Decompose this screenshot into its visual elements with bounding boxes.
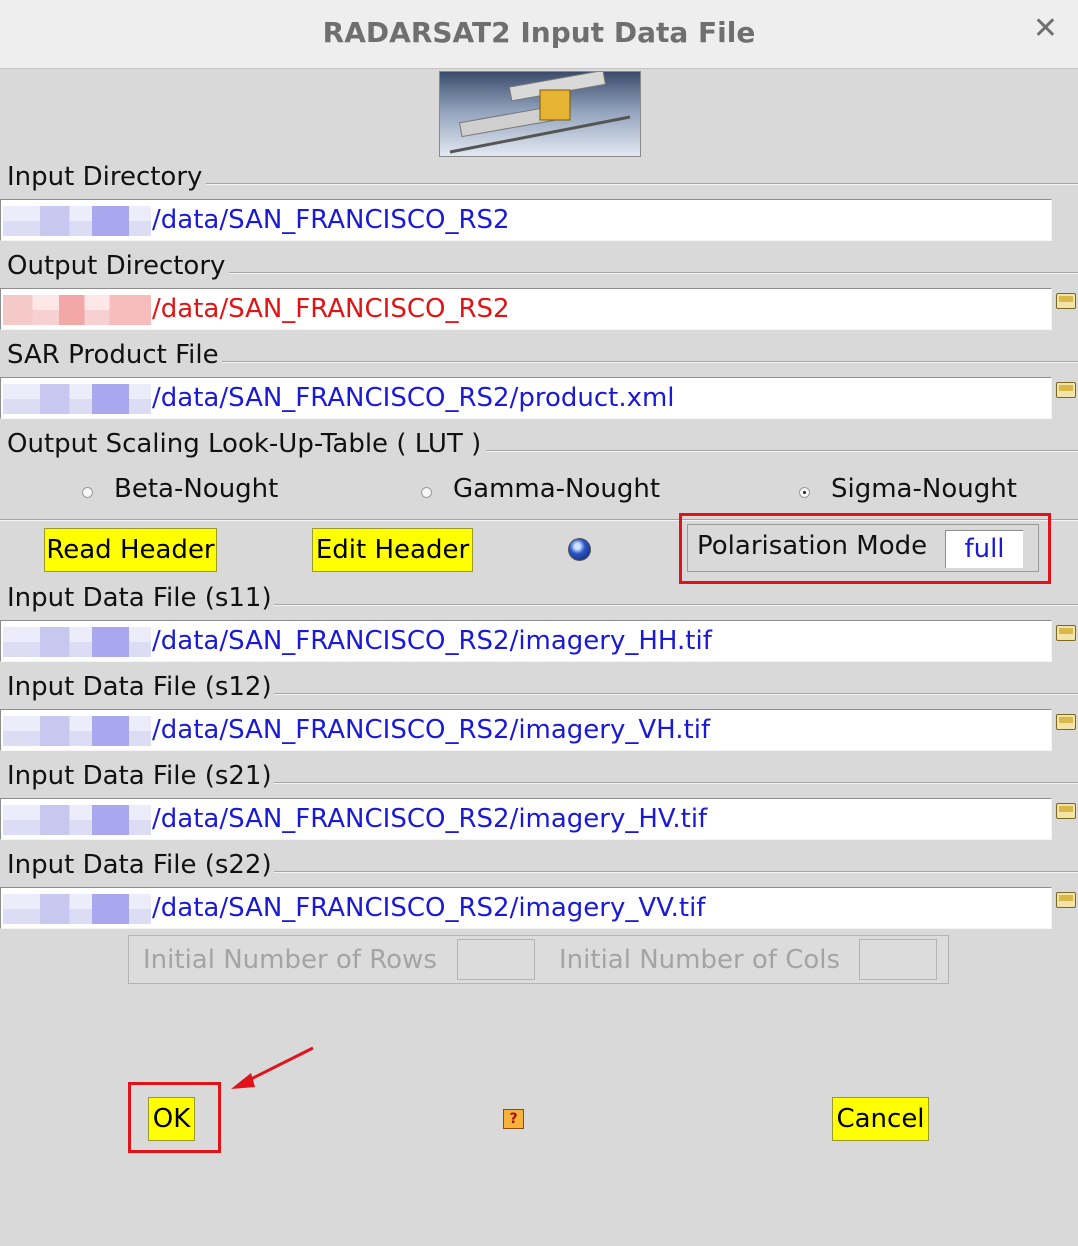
cols-label: Initial Number of Cols <box>559 945 841 975</box>
radio-sigma-nought[interactable] <box>799 487 810 498</box>
satellite-image <box>439 71 641 157</box>
polarisation-mode-value[interactable]: full <box>945 530 1023 568</box>
s11-file-value: /data/SAN_FRANCISCO_RS2/imagery_HH.tif <box>152 626 712 656</box>
cols-input[interactable] <box>859 939 937 980</box>
redacted-path <box>3 295 151 325</box>
polarisation-highlight: Polarisation Mode full <box>679 513 1051 584</box>
sar-product-file-value: /data/SAN_FRANCISCO_RS2/product.xml <box>152 383 675 413</box>
redacted-path <box>3 627 151 657</box>
input-directory-field[interactable]: /data/SAN_FRANCISCO_RS2 <box>0 199 1052 241</box>
output-directory-label: Output Directory <box>7 251 228 281</box>
sar-product-file-label: SAR Product File <box>7 340 221 370</box>
separator <box>265 693 1078 695</box>
help-icon[interactable]: ? <box>503 1109 524 1129</box>
folder-icon[interactable] <box>1056 714 1076 730</box>
s11-file-field[interactable]: /data/SAN_FRANCISCO_RS2/imagery_HH.tif <box>0 620 1052 662</box>
redacted-path <box>3 206 151 236</box>
s21-file-field[interactable]: /data/SAN_FRANCISCO_RS2/imagery_HV.tif <box>0 798 1052 840</box>
ok-highlight: OK <box>128 1082 221 1153</box>
output-directory-value: /data/SAN_FRANCISCO_RS2 <box>152 294 510 324</box>
redacted-path <box>3 894 151 924</box>
lut-label: Output Scaling Look-Up-Table ( LUT ) <box>7 429 484 459</box>
s22-label: Input Data File (s22) <box>7 850 274 880</box>
folder-icon[interactable] <box>1056 625 1076 641</box>
output-directory-field[interactable]: /data/SAN_FRANCISCO_RS2 <box>0 288 1052 330</box>
s11-label: Input Data File (s11) <box>7 583 274 613</box>
separator <box>229 272 1078 274</box>
folder-icon[interactable] <box>1056 293 1076 309</box>
separator <box>265 782 1078 784</box>
redacted-path <box>3 805 151 835</box>
ok-button[interactable]: OK <box>148 1097 195 1141</box>
s12-label: Input Data File (s12) <box>7 672 274 702</box>
title-bar: RADARSAT2 Input Data File ✕ <box>0 0 1078 69</box>
redacted-path <box>3 716 151 746</box>
separator <box>265 871 1078 873</box>
input-directory-label: Input Directory <box>7 162 205 192</box>
polarisation-mode-panel: Polarisation Mode full <box>687 524 1039 572</box>
redacted-path <box>3 384 151 414</box>
rows-input[interactable] <box>457 939 535 980</box>
polarisation-mode-label: Polarisation Mode <box>697 531 928 561</box>
read-header-button[interactable]: Read Header <box>44 528 217 572</box>
radio-beta-nought[interactable] <box>82 487 93 498</box>
cancel-button[interactable]: Cancel <box>832 1097 929 1141</box>
separator <box>206 183 1078 185</box>
radio-gamma-nought[interactable] <box>421 487 432 498</box>
s21-file-value: /data/SAN_FRANCISCO_RS2/imagery_HV.tif <box>152 804 708 834</box>
input-directory-value: /data/SAN_FRANCISCO_RS2 <box>152 205 510 235</box>
globe-icon[interactable] <box>568 538 591 561</box>
sar-product-file-field[interactable]: /data/SAN_FRANCISCO_RS2/product.xml <box>0 377 1052 419</box>
s12-file-value: /data/SAN_FRANCISCO_RS2/imagery_VH.tif <box>152 715 711 745</box>
separator <box>222 361 1078 363</box>
radio-beta-nought-label: Beta-Nought <box>114 474 279 504</box>
arrow-annotation <box>231 1046 314 1089</box>
folder-icon[interactable] <box>1056 892 1076 908</box>
close-icon[interactable]: ✕ <box>1033 14 1058 44</box>
folder-icon[interactable] <box>1056 803 1076 819</box>
separator <box>265 604 1078 606</box>
separator <box>486 450 1078 452</box>
initial-dims-panel: Initial Number of Rows Initial Number of… <box>128 935 949 984</box>
radio-sigma-nought-label: Sigma-Nought <box>831 474 1017 504</box>
window-title: RADARSAT2 Input Data File <box>322 16 756 49</box>
s21-label: Input Data File (s21) <box>7 761 274 791</box>
folder-icon[interactable] <box>1056 382 1076 398</box>
s12-file-field[interactable]: /data/SAN_FRANCISCO_RS2/imagery_VH.tif <box>0 709 1052 751</box>
s22-file-field[interactable]: /data/SAN_FRANCISCO_RS2/imagery_VV.tif <box>0 887 1052 929</box>
s22-file-value: /data/SAN_FRANCISCO_RS2/imagery_VV.tif <box>152 893 706 923</box>
rows-label: Initial Number of Rows <box>143 945 437 975</box>
radio-gamma-nought-label: Gamma-Nought <box>453 474 661 504</box>
edit-header-button[interactable]: Edit Header <box>312 528 473 572</box>
